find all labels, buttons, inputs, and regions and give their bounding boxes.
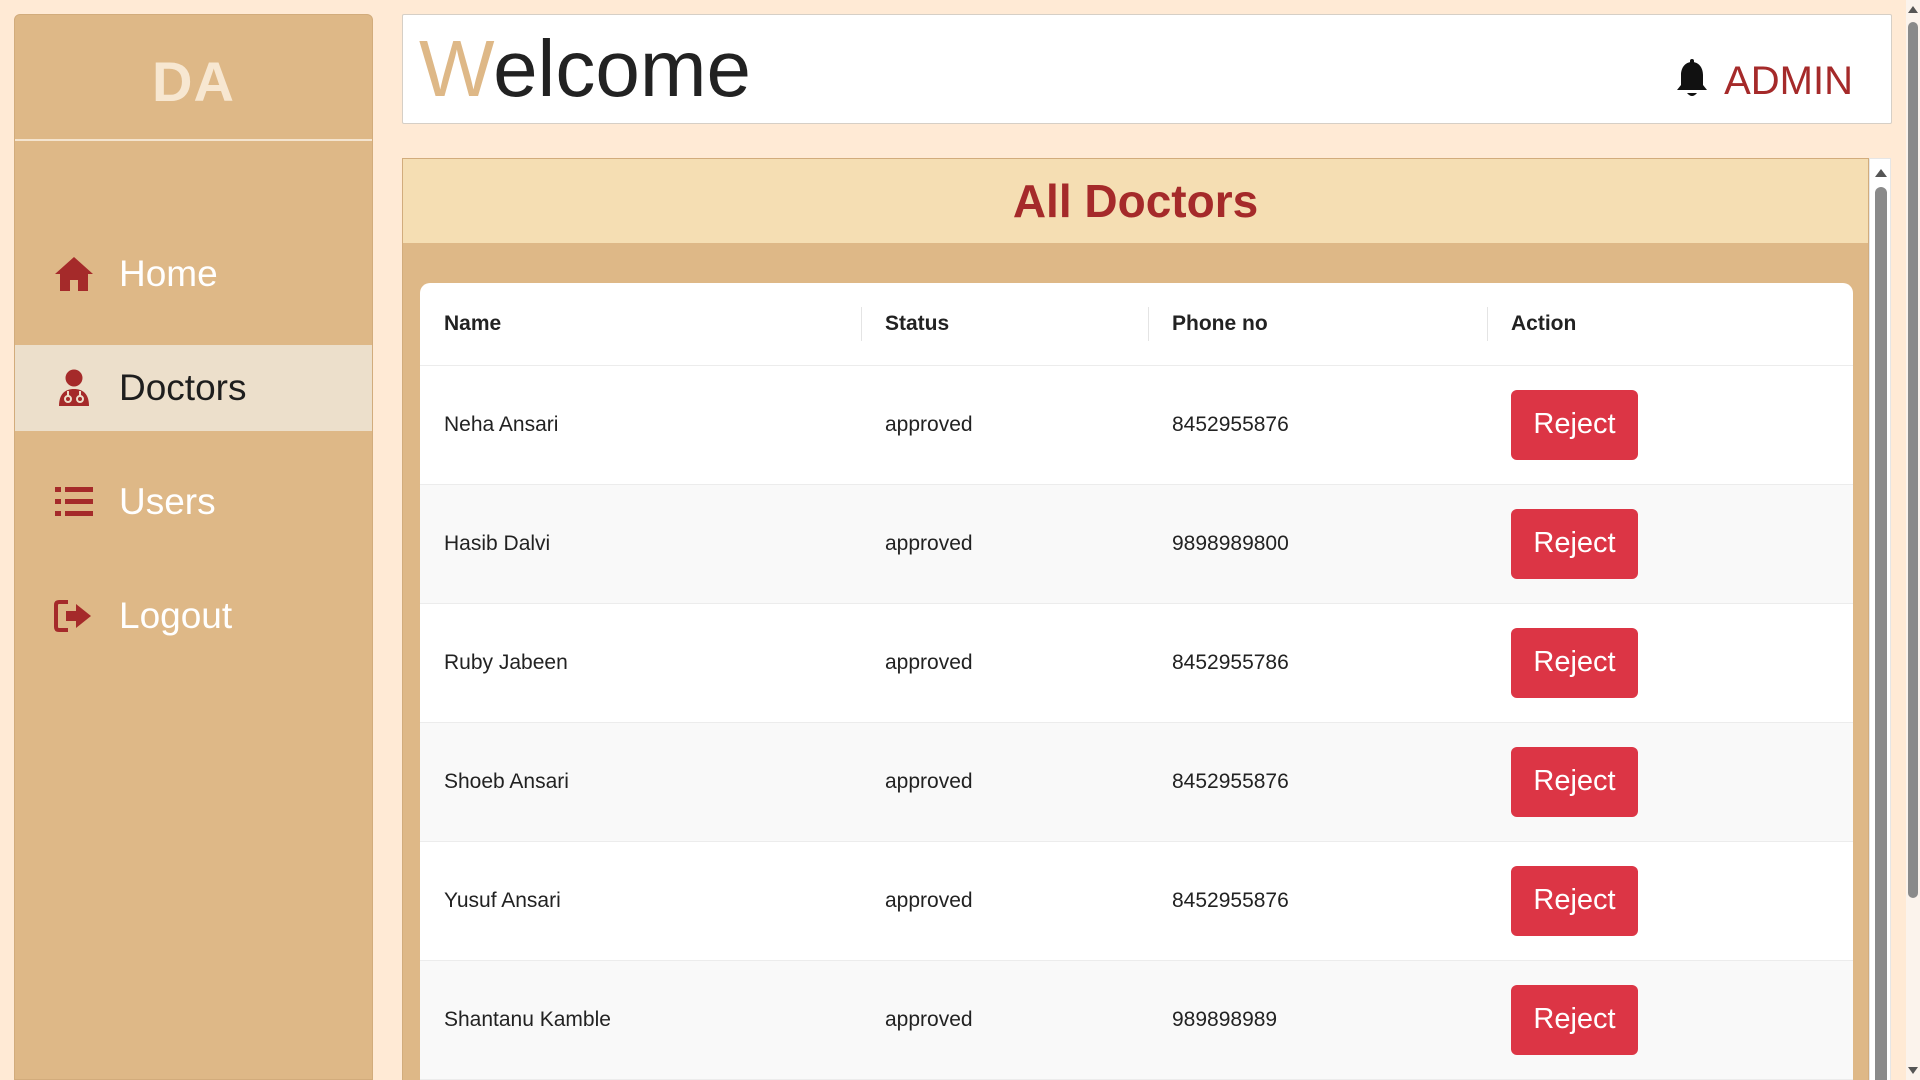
panel-title: All Doctors <box>1012 175 1259 227</box>
doctor-icon <box>51 365 97 411</box>
page-title: Welcome <box>419 29 751 109</box>
doctor-status: approved <box>861 960 1148 1080</box>
sidebar: DA Home Doctors Users Logout <box>14 14 373 1080</box>
doctor-status: approved <box>861 603 1148 723</box>
panel-scrollbar[interactable] <box>1869 158 1891 1080</box>
doctor-name: Shantanu Kamble <box>420 960 861 1080</box>
doctor-phone: 989898989 <box>1148 960 1487 1080</box>
table-row: Neha Ansari approved 8452955876 Reject <box>420 365 1853 485</box>
logout-icon <box>51 593 97 639</box>
action-cell: Reject <box>1487 722 1853 842</box>
doctor-phone: 8452955876 <box>1148 365 1487 485</box>
reject-button[interactable]: Reject <box>1511 984 1638 1055</box>
home-icon <box>51 251 97 297</box>
top-header: Welcome ADMIN <box>402 14 1892 124</box>
reject-button[interactable]: Reject <box>1511 508 1638 579</box>
column-header-action: Action <box>1487 283 1853 366</box>
doctor-status: approved <box>861 365 1148 485</box>
table-row: Hasib Dalvi approved 9898989800 Reject <box>420 484 1853 604</box>
column-header-phone: Phone no <box>1148 283 1487 366</box>
sidebar-item-label: Users <box>119 481 216 522</box>
app-logo: DA <box>152 49 235 113</box>
sidebar-item-label: Doctors <box>119 367 247 408</box>
logo-area: DA <box>15 15 372 141</box>
page-scrollbar[interactable] <box>1906 0 1920 1080</box>
doctor-status: approved <box>861 484 1148 604</box>
table-row: Yusuf Ansari approved 8452955876 Reject <box>420 841 1853 961</box>
doctor-name: Shoeb Ansari <box>420 722 861 842</box>
sidebar-item-users[interactable]: Users <box>15 459 372 545</box>
doctor-name: Yusuf Ansari <box>420 841 861 961</box>
doctors-table-card: Name Status Phone no Action Neha Ansari … <box>420 283 1853 1080</box>
doctors-table: Name Status Phone no Action Neha Ansari … <box>420 283 1853 1080</box>
scrollbar-thumb[interactable] <box>1875 187 1887 1080</box>
action-cell: Reject <box>1487 841 1853 961</box>
doctor-phone: 9898989800 <box>1148 484 1487 604</box>
action-cell: Reject <box>1487 484 1853 604</box>
user-name[interactable]: ADMIN <box>1724 59 1853 104</box>
doctors-panel: All Doctors Name Status Phone no Action … <box>402 158 1869 1080</box>
reject-button[interactable]: Reject <box>1511 746 1638 817</box>
sidebar-item-doctors[interactable]: Doctors <box>15 345 372 431</box>
sidebar-item-home[interactable]: Home <box>15 231 372 317</box>
reject-button[interactable]: Reject <box>1511 627 1638 698</box>
scrollbar-thumb[interactable] <box>1908 22 1918 898</box>
action-cell: Reject <box>1487 960 1853 1080</box>
doctor-phone: 8452955876 <box>1148 722 1487 842</box>
scroll-up-arrow-icon[interactable] <box>1908 6 1918 13</box>
scroll-up-arrow-icon[interactable] <box>1875 169 1887 177</box>
reject-button[interactable]: Reject <box>1511 389 1638 460</box>
reject-button[interactable]: Reject <box>1511 865 1638 936</box>
doctor-status: approved <box>861 841 1148 961</box>
table-row: Shoeb Ansari approved 8452955876 Reject <box>420 722 1853 842</box>
sidebar-item-label: Home <box>119 253 218 294</box>
table-header-row: Name Status Phone no Action <box>420 283 1853 366</box>
table-row: Shantanu Kamble approved 989898989 Rejec… <box>420 960 1853 1080</box>
user-menu[interactable]: ADMIN <box>1674 59 1853 104</box>
column-header-status: Status <box>861 283 1148 366</box>
action-cell: Reject <box>1487 365 1853 485</box>
doctor-name: Hasib Dalvi <box>420 484 861 604</box>
sidebar-nav: Home Doctors Users Logout <box>15 231 372 687</box>
doctor-name: Ruby Jabeen <box>420 603 861 723</box>
list-icon <box>51 479 97 525</box>
welcome-rest: elcome <box>493 24 751 113</box>
doctor-status: approved <box>861 722 1148 842</box>
welcome-first-letter: W <box>419 24 494 113</box>
panel-header: All Doctors <box>403 159 1868 243</box>
doctor-phone: 8452955786 <box>1148 603 1487 723</box>
table-row: Ruby Jabeen approved 8452955786 Reject <box>420 603 1853 723</box>
sidebar-item-logout[interactable]: Logout <box>15 573 372 659</box>
bell-icon[interactable] <box>1674 59 1724 104</box>
doctor-name: Neha Ansari <box>420 365 861 485</box>
column-header-name: Name <box>420 283 861 366</box>
action-cell: Reject <box>1487 603 1853 723</box>
sidebar-item-label: Logout <box>119 595 233 636</box>
doctor-phone: 8452955876 <box>1148 841 1487 961</box>
scroll-down-arrow-icon[interactable] <box>1908 1067 1918 1074</box>
